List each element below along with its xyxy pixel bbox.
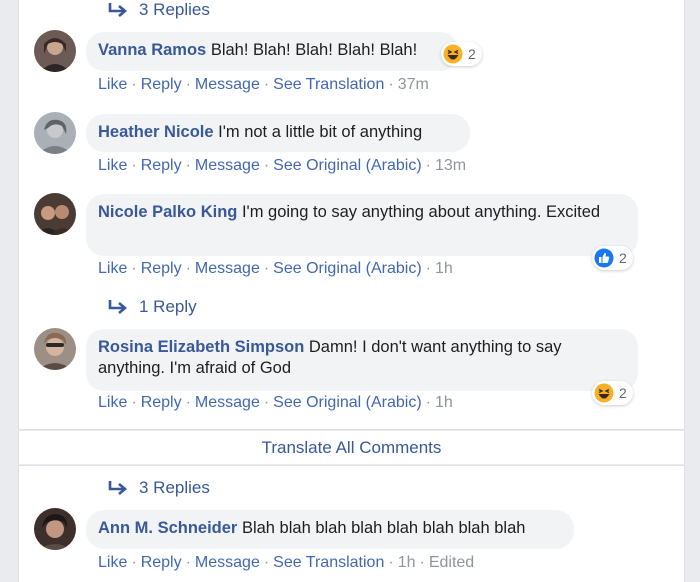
- reaction-count[interactable]: 2: [592, 381, 633, 405]
- comment-text: Blah blah blah blah blah blah blah blah: [241, 519, 526, 537]
- avatar[interactable]: [34, 328, 76, 370]
- comment-actions: Like · Reply · Message · See Translation · 37m: [98, 76, 429, 93]
- comment-bubble: Rosina Elizabeth Simpson Damn! I don't w…: [86, 329, 638, 391]
- avatar[interactable]: [34, 193, 76, 235]
- view-replies-link[interactable]: 3 Replies: [107, 0, 210, 20]
- view-replies-link[interactable]: 1 Reply: [107, 297, 197, 317]
- comment-bubble: Heather Nicole I'm not a little bit of a…: [86, 114, 470, 152]
- comment-time[interactable]: 1h: [435, 394, 453, 411]
- translate-all-bar: Translate All Comments: [18, 431, 685, 464]
- translation-link[interactable]: See Translation: [273, 554, 384, 571]
- message-link[interactable]: Message: [195, 554, 260, 571]
- comment-time[interactable]: 1h: [435, 260, 453, 277]
- reply-link[interactable]: Reply: [141, 260, 182, 277]
- reply-arrow-icon: [108, 481, 128, 495]
- comment-author[interactable]: Ann M. Schneider: [98, 519, 237, 537]
- message-link[interactable]: Message: [195, 157, 260, 174]
- avatar[interactable]: [34, 30, 76, 72]
- translation-link[interactable]: See Original (Arabic): [273, 157, 422, 174]
- replies-count: 3 Replies: [139, 478, 210, 497]
- reply-link[interactable]: Reply: [141, 157, 182, 174]
- translation-link[interactable]: See Original (Arabic): [273, 394, 422, 411]
- like-link[interactable]: Like: [98, 157, 127, 174]
- comment-author[interactable]: Nicole Palko King: [98, 203, 237, 221]
- like-link[interactable]: Like: [98, 554, 127, 571]
- comment-author[interactable]: Heather Nicole: [98, 123, 214, 141]
- message-link[interactable]: Message: [195, 260, 260, 277]
- reply-arrow-icon: [108, 3, 128, 17]
- replies-count: 3 Replies: [139, 0, 210, 19]
- reaction-count[interactable]: 2: [592, 246, 633, 270]
- message-link[interactable]: Message: [195, 394, 260, 411]
- avatar[interactable]: [34, 112, 76, 154]
- haha-emoji-icon: [594, 383, 614, 403]
- haha-emoji-icon: [443, 44, 463, 64]
- comment-actions: Like · Reply · Message · See Original (Arabic)…: [98, 260, 453, 277]
- comment-author[interactable]: Vanna Ramos: [98, 41, 206, 59]
- message-link[interactable]: Message: [195, 76, 260, 93]
- like-link[interactable]: Like: [98, 260, 127, 277]
- reply-link[interactable]: Reply: [141, 76, 182, 93]
- translation-link[interactable]: See Original (Arabic): [273, 260, 422, 277]
- comment-actions: Like · Reply · Message · See Original (Arabic)…: [98, 394, 453, 411]
- comment-actions: Like · Reply · Message · See Original (Arabic)…: [98, 157, 467, 174]
- comment-bubble: Nicole Palko King I'm going to say anyth…: [86, 194, 638, 256]
- like-link[interactable]: Like: [98, 76, 127, 93]
- comment-time[interactable]: 13m: [435, 157, 466, 174]
- comment-bubble: Vanna Ramos Blah! Blah! Blah! Blah! Blah…: [86, 32, 458, 71]
- comment-bubble: Ann M. Schneider Blah blah blah blah bla…: [86, 510, 574, 549]
- comment-text: I'm going to say anything about anything…: [241, 203, 601, 221]
- comment-text: I'm not a little bit of anything: [218, 123, 423, 141]
- comment-time[interactable]: 37m: [398, 76, 429, 93]
- like-thumb-icon: [594, 248, 614, 268]
- avatar[interactable]: [34, 508, 76, 550]
- translation-link[interactable]: See Translation: [273, 76, 384, 93]
- comment-author[interactable]: Rosina Elizabeth Simpson: [98, 338, 304, 356]
- translate-all-link[interactable]: Translate All Comments: [262, 438, 442, 458]
- reply-arrow-icon: [108, 300, 128, 314]
- comment-actions: Like · Reply · Message · See Translation · 1h · Ed…: [98, 554, 475, 571]
- comment-time[interactable]: 1h: [398, 554, 416, 571]
- replies-count: 1 Reply: [139, 297, 197, 316]
- like-link[interactable]: Like: [98, 394, 127, 411]
- comment-text: Blah! Blah! Blah! Blah! Blah!: [210, 41, 418, 59]
- reply-link[interactable]: Reply: [141, 554, 182, 571]
- reaction-count[interactable]: 2: [441, 42, 482, 66]
- reply-link[interactable]: Reply: [141, 394, 182, 411]
- edited-label[interactable]: Edited: [429, 554, 474, 571]
- view-replies-link[interactable]: 3 Replies: [107, 478, 210, 498]
